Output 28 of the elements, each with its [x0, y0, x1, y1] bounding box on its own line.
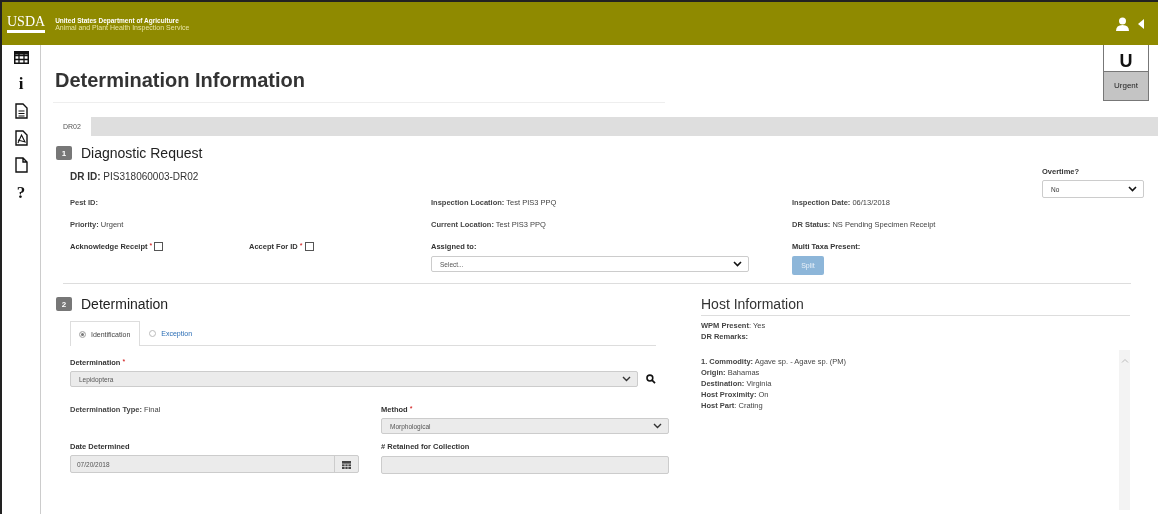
search-icon[interactable] — [646, 374, 656, 384]
section-number: 1 — [56, 146, 72, 160]
table-icon[interactable] — [13, 51, 29, 64]
section-title: Determination — [81, 296, 169, 312]
user-icon[interactable] — [1116, 16, 1129, 31]
blank-page-icon[interactable] — [14, 157, 28, 173]
dr-id: DR ID: PIS318060003-DR02 — [70, 171, 199, 184]
scrollbar[interactable] — [1119, 350, 1130, 510]
checkbox[interactable] — [154, 242, 164, 251]
pdf-file-icon[interactable] — [14, 130, 28, 146]
sidebar-glyph[interactable]: i — [18, 75, 24, 92]
section-number: 2 — [56, 297, 72, 311]
sidebar-glyph[interactable]: ? — [16, 184, 26, 201]
usda-logo: USDA — [7, 14, 46, 33]
host-title: Host Information — [701, 296, 1130, 316]
calendar-icon[interactable] — [342, 459, 351, 469]
document-icon[interactable] — [14, 103, 28, 119]
collapse-caret-icon[interactable] — [1138, 18, 1144, 29]
page-title: Determination Information — [53, 45, 665, 103]
chevron-down-icon[interactable] — [653, 423, 662, 429]
checkbox[interactable] — [304, 242, 314, 251]
chevron-down-icon[interactable] — [1128, 186, 1137, 192]
priority-label: Urgent — [1104, 71, 1148, 100]
retained-input[interactable] — [381, 455, 669, 474]
priority-letter: U — [1119, 50, 1133, 71]
chevron-down-icon[interactable] — [622, 376, 632, 382]
chevron-down-icon[interactable] — [733, 261, 742, 267]
section-title: Diagnostic Request — [81, 145, 203, 161]
